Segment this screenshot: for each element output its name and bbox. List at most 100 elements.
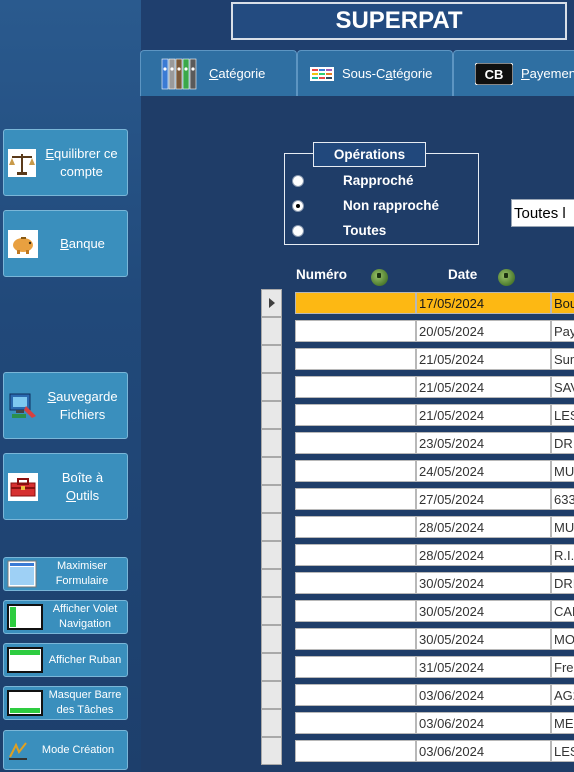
numero-cell[interactable] <box>295 320 416 342</box>
record-selector[interactable] <box>261 681 282 709</box>
date-cell[interactable]: 30/05/2024 <box>416 572 551 594</box>
table-row[interactable]: 03/06/2024LES <box>261 737 574 765</box>
libelle-cell[interactable]: 633 <box>551 488 574 510</box>
table-row[interactable]: 30/05/2024CAF <box>261 597 574 625</box>
record-selector[interactable] <box>261 429 282 457</box>
table-row[interactable]: 28/05/2024 R.I. <box>261 541 574 569</box>
mode-creation-button[interactable]: Mode Création <box>3 730 128 770</box>
libelle-cell[interactable]: MU <box>551 460 574 482</box>
numero-cell[interactable] <box>295 488 416 510</box>
numero-cell[interactable] <box>295 628 416 650</box>
numero-cell[interactable] <box>295 348 416 370</box>
table-row[interactable]: 20/05/2024Pay <box>261 317 574 345</box>
maximiser-formulaire-button[interactable]: Maximiser Formulaire <box>3 557 128 591</box>
table-row[interactable]: 21/05/2024LES <box>261 401 574 429</box>
masquer-barre-taches-button[interactable]: Masquer Barre des Tâches <box>3 686 128 720</box>
record-selector[interactable] <box>261 541 282 569</box>
record-selector[interactable] <box>261 345 282 373</box>
libelle-cell[interactable]: DRI <box>551 572 574 594</box>
table-row[interactable]: 30/05/2024DRI <box>261 569 574 597</box>
tab-sous-categorie[interactable]: Sous-Catégorie <box>297 50 453 96</box>
tab-paiement[interactable]: CB Payemen <box>453 50 574 96</box>
libelle-cell[interactable]: Sum <box>551 348 574 370</box>
numero-cell[interactable] <box>295 432 416 454</box>
date-cell[interactable]: 03/06/2024 <box>416 740 551 762</box>
numero-cell[interactable] <box>295 516 416 538</box>
date-cell[interactable]: 21/05/2024 <box>416 348 551 370</box>
record-selector[interactable] <box>261 289 282 317</box>
libelle-cell[interactable]: LES <box>551 404 574 426</box>
table-row[interactable]: 21/05/2024SAV <box>261 373 574 401</box>
date-cell[interactable]: 21/05/2024 <box>416 404 551 426</box>
date-cell[interactable]: 24/05/2024 <box>416 460 551 482</box>
record-selector[interactable] <box>261 709 282 737</box>
date-cell[interactable]: 23/05/2024 <box>416 432 551 454</box>
record-selector[interactable] <box>261 625 282 653</box>
tab-categorie[interactable]: Catégorie <box>140 50 297 96</box>
libelle-cell[interactable]: ME <box>551 712 574 734</box>
boite-a-outils-button[interactable]: Boîte à Outils <box>3 453 128 520</box>
table-row[interactable]: 28/05/2024 MU <box>261 513 574 541</box>
libelle-cell[interactable]: Bou <box>551 292 574 314</box>
date-cell[interactable]: 30/05/2024 <box>416 600 551 622</box>
numero-cell[interactable] <box>295 684 416 706</box>
libelle-cell[interactable]: AG2 <box>551 684 574 706</box>
numero-cell[interactable] <box>295 740 416 762</box>
radio-button[interactable] <box>292 175 304 187</box>
libelle-cell[interactable]: Pay <box>551 320 574 342</box>
record-selector[interactable] <box>261 737 282 765</box>
table-row[interactable]: 31/05/2024 Fre <box>261 653 574 681</box>
table-row[interactable]: 17/05/2024Bou <box>261 289 574 317</box>
table-row[interactable]: 27/05/2024 633 <box>261 485 574 513</box>
numero-cell[interactable] <box>295 656 416 678</box>
libelle-cell[interactable]: Fre <box>551 656 574 678</box>
table-row[interactable]: 03/06/2024AG2 <box>261 681 574 709</box>
numero-cell[interactable] <box>295 376 416 398</box>
sauvegarde-fichiers-button[interactable]: Sauvegarde Fichiers <box>3 372 128 439</box>
table-row[interactable]: 23/05/2024 DR <box>261 429 574 457</box>
numero-cell[interactable] <box>295 544 416 566</box>
libelle-cell[interactable]: SAV <box>551 376 574 398</box>
date-cell[interactable]: 31/05/2024 <box>416 656 551 678</box>
radio-button[interactable] <box>292 225 304 237</box>
sort-date-icon[interactable] <box>498 269 515 286</box>
date-cell[interactable]: 28/05/2024 <box>416 544 551 566</box>
libelle-cell[interactable]: MU <box>551 516 574 538</box>
date-cell[interactable]: 03/06/2024 <box>416 684 551 706</box>
table-row[interactable]: 21/05/2024Sum <box>261 345 574 373</box>
date-cell[interactable]: 30/05/2024 <box>416 628 551 650</box>
table-row[interactable]: 30/05/2024 MO <box>261 625 574 653</box>
banque-button[interactable]: Banque <box>3 210 128 277</box>
filter-combobox[interactable]: Toutes l <box>511 199 574 227</box>
record-selector[interactable] <box>261 373 282 401</box>
date-cell[interactable]: 20/05/2024 <box>416 320 551 342</box>
table-row[interactable]: 03/06/2024 ME <box>261 709 574 737</box>
date-cell[interactable]: 17/05/2024 <box>416 292 551 314</box>
record-selector[interactable] <box>261 485 282 513</box>
record-selector[interactable] <box>261 457 282 485</box>
numero-cell[interactable] <box>295 712 416 734</box>
date-cell[interactable]: 21/05/2024 <box>416 376 551 398</box>
record-selector[interactable] <box>261 569 282 597</box>
afficher-volet-navigation-button[interactable]: Afficher Volet Navigation <box>3 600 128 634</box>
radio-button[interactable] <box>292 200 304 212</box>
libelle-cell[interactable]: CAF <box>551 600 574 622</box>
sort-numero-icon[interactable] <box>371 269 388 286</box>
libelle-cell[interactable]: LES <box>551 740 574 762</box>
libelle-cell[interactable]: MO <box>551 628 574 650</box>
record-selector[interactable] <box>261 653 282 681</box>
record-selector[interactable] <box>261 513 282 541</box>
equilibrer-compte-button[interactable]: Equilibrer ce compte <box>3 129 128 196</box>
libelle-cell[interactable]: R.I. <box>551 544 574 566</box>
record-selector[interactable] <box>261 597 282 625</box>
table-row[interactable]: 24/05/2024 MU <box>261 457 574 485</box>
date-cell[interactable]: 28/05/2024 <box>416 516 551 538</box>
libelle-cell[interactable]: DR <box>551 432 574 454</box>
numero-cell[interactable] <box>295 404 416 426</box>
numero-cell[interactable] <box>295 600 416 622</box>
numero-cell[interactable] <box>295 292 416 314</box>
record-selector[interactable] <box>261 317 282 345</box>
date-cell[interactable]: 27/05/2024 <box>416 488 551 510</box>
record-selector[interactable] <box>261 401 282 429</box>
numero-cell[interactable] <box>295 572 416 594</box>
